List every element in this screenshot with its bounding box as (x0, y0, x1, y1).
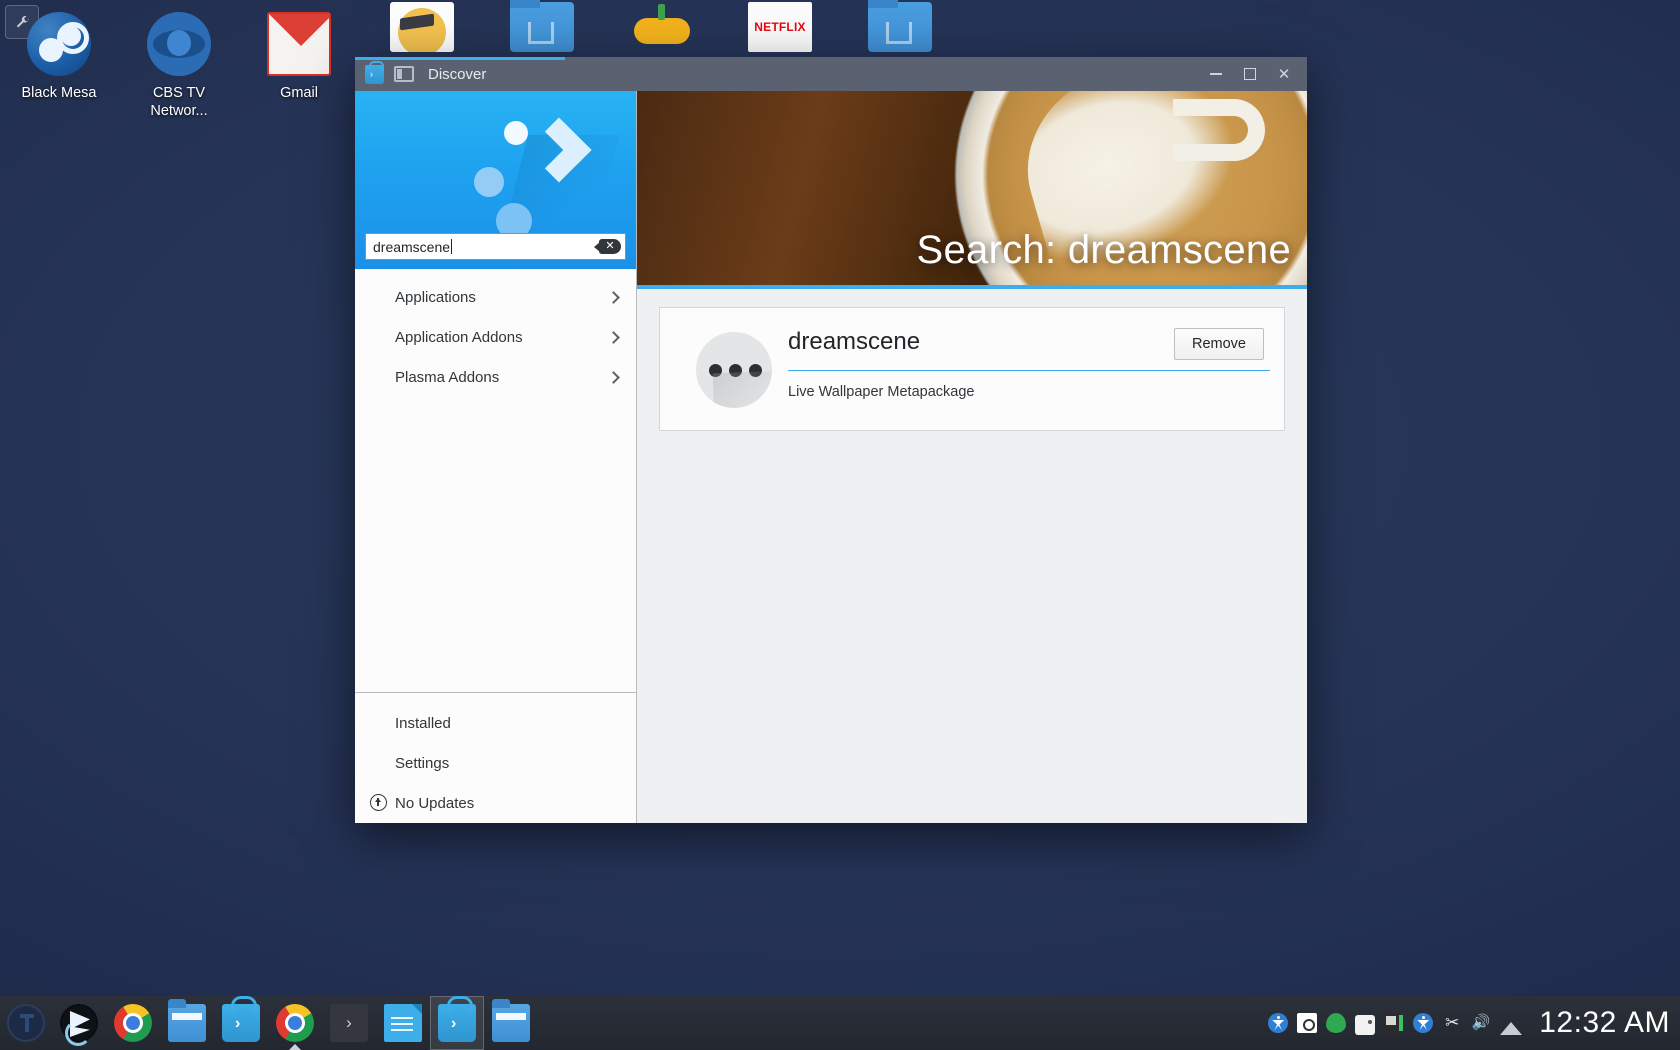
result-title: dreamscene (788, 328, 921, 355)
result-header: dreamscene Remove (788, 328, 1270, 360)
plasma-icon (60, 1004, 98, 1046)
volume-icon[interactable]: 🔊 (1471, 1013, 1491, 1033)
taskbar-item-discover-window[interactable] (430, 996, 484, 1050)
discover-icon (438, 996, 476, 1042)
window-titlebar[interactable]: Discover ✕ (355, 57, 1307, 91)
cup-handle-image (1173, 99, 1265, 161)
gmail-icon (267, 12, 331, 76)
clipboard-scissors-icon[interactable]: ✂ (1442, 1013, 1462, 1033)
search-field-wrapper: dreamscene ✕ (365, 233, 626, 260)
category-label: Application Addons (395, 328, 523, 346)
sidebar-item-label: Settings (395, 754, 450, 772)
system-tray: ✂ 🔊 12:32 AM (1268, 1006, 1680, 1040)
search-input[interactable]: dreamscene ✕ (365, 233, 626, 260)
sidebar-item-plasma-addons[interactable]: Plasma Addons (355, 357, 636, 397)
window-title: Discover (428, 65, 487, 83)
search-banner: Search: dreamscene (637, 91, 1307, 289)
desktop-icon-cbs-tv[interactable]: CBS TV Networ... (124, 12, 234, 120)
file-manager-icon (168, 999, 206, 1042)
desktop-icon-netflix[interactable]: NETFLIX (748, 2, 812, 52)
application-launcher-button[interactable] (0, 1004, 52, 1042)
desktop-icon-education[interactable] (390, 2, 454, 52)
desktop-icon-home-folder[interactable] (510, 0, 574, 52)
sidebar-item-settings[interactable]: Settings (355, 743, 636, 783)
steam-icon (27, 12, 91, 76)
taskbar-item-terminal[interactable]: › (322, 996, 376, 1050)
banner-title: Search: dreamscene (916, 228, 1291, 272)
netflix-icon-label: NETFLIX (754, 20, 806, 34)
update-arrow-icon (370, 794, 387, 811)
file-manager-icon (492, 999, 530, 1042)
chevron-right-icon (607, 330, 620, 344)
terminal-icon: › (330, 1004, 368, 1042)
taskbar-item-discover[interactable] (214, 996, 268, 1050)
taskbar-item-file-manager-2[interactable] (484, 996, 538, 1050)
green-drop-icon[interactable] (1326, 1013, 1347, 1033)
disk-icon[interactable] (1355, 1014, 1376, 1035)
placeholder-dots-icon (696, 332, 772, 408)
home-icon (528, 22, 554, 44)
sidebar-brand-header: dreamscene ✕ (355, 91, 636, 269)
discover-window: Discover ✕ dreamscene ✕ (355, 57, 1307, 823)
content-area: Search: dreamscene dreamscene Remove Liv… (637, 91, 1307, 823)
cbs-eye-icon (147, 12, 211, 76)
sidebar-item-application-addons[interactable]: Application Addons (355, 317, 636, 357)
chrome-icon (114, 1004, 152, 1042)
sidebar-item-installed[interactable]: Installed (355, 703, 636, 743)
sidebar-item-label: Installed (395, 714, 451, 732)
window-menu-icon[interactable] (394, 66, 414, 82)
chrome-icon (276, 1004, 314, 1042)
desktop-icon-submarine[interactable] (630, 2, 694, 52)
plasma-logo-icon (412, 105, 620, 239)
sidebar-item-updates[interactable]: No Updates (355, 783, 636, 823)
minimize-button[interactable] (1199, 59, 1233, 89)
result-details: dreamscene Remove Live Wallpaper Metapac… (788, 324, 1270, 408)
taskbar: › ✂ 🔊 12:32 AM (0, 996, 1680, 1050)
search-results: dreamscene Remove Live Wallpaper Metapac… (637, 289, 1307, 431)
desktop-icon-label: Black Mesa (21, 85, 97, 101)
sidebar: dreamscene ✕ Applications Application Ad… (355, 91, 637, 823)
title-underline (788, 370, 1270, 371)
sidebar-item-applications[interactable]: Applications (355, 277, 636, 317)
sidebar-bottom-section: Installed Settings No Updates (355, 692, 636, 823)
remove-button[interactable]: Remove (1174, 328, 1264, 360)
window-controls: ✕ (1199, 59, 1301, 89)
category-list: Applications Application Addons Plasma A… (355, 269, 636, 397)
result-description: Live Wallpaper Metapackage (788, 384, 975, 400)
chevron-right-icon (607, 370, 620, 384)
accessibility-icon[interactable] (1268, 1013, 1289, 1033)
show-hidden-icons-arrow[interactable] (1500, 1015, 1523, 1035)
window-body: dreamscene ✕ Applications Application Ad… (355, 91, 1307, 823)
taskbar-item-text-editor[interactable] (376, 996, 430, 1050)
device-notifier-icon[interactable] (1297, 1013, 1318, 1033)
sidebar-item-label: No Updates (395, 794, 475, 812)
accessibility-icon[interactable] (1413, 1013, 1434, 1033)
desktop-icon-trash[interactable] (868, 0, 932, 52)
discover-icon (222, 996, 260, 1042)
category-label: Plasma Addons (395, 368, 500, 386)
result-card-dreamscene[interactable]: dreamscene Remove Live Wallpaper Metapac… (659, 307, 1285, 431)
desktop-icon-gmail[interactable]: Gmail (244, 12, 354, 102)
maximize-button[interactable] (1233, 59, 1267, 89)
clock[interactable]: 12:32 AM (1539, 1006, 1670, 1040)
text-editor-icon (384, 1004, 422, 1042)
chevron-right-icon (607, 290, 620, 304)
desktop-icon-black-mesa[interactable]: Black Mesa (4, 12, 114, 102)
text-caret (451, 239, 453, 254)
desktop-icon-label: Gmail (280, 85, 318, 101)
taskbar-item-chrome-window[interactable] (268, 996, 322, 1050)
discover-icon (365, 60, 384, 84)
taskbar-item-chrome[interactable] (106, 996, 160, 1050)
search-input-value: dreamscene (373, 238, 451, 255)
taskbar-item-plasma[interactable] (52, 996, 106, 1050)
clear-search-icon[interactable]: ✕ (594, 239, 621, 254)
taskbar-item-file-manager[interactable] (160, 996, 214, 1050)
display-icon[interactable] (1384, 1013, 1405, 1033)
desktop-icon-label: CBS TV Networ... (150, 85, 208, 119)
trash-icon (886, 22, 912, 44)
close-button[interactable]: ✕ (1267, 59, 1301, 89)
category-label: Applications (395, 288, 476, 306)
application-launcher-icon (7, 1004, 45, 1042)
